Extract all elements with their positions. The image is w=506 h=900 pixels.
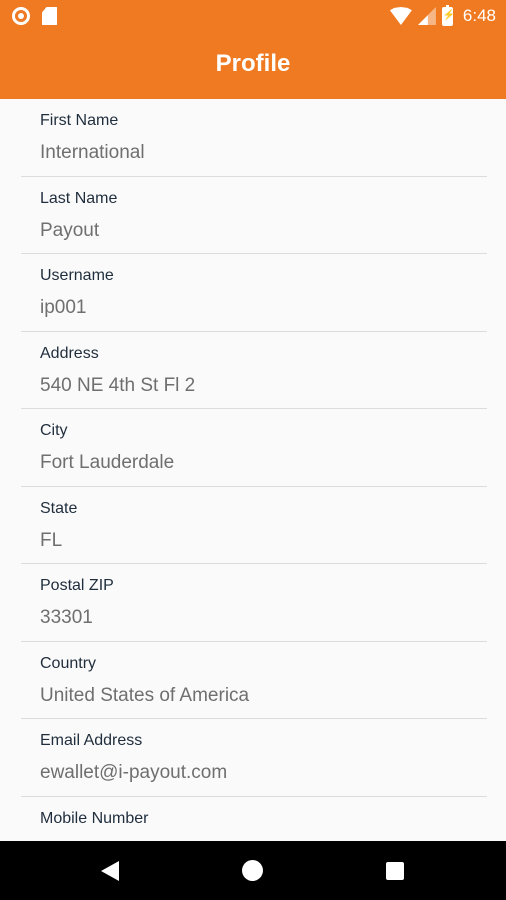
- wifi-icon: [389, 7, 412, 25]
- status-bar: 6:48: [0, 0, 506, 33]
- field-city[interactable]: City Fort Lauderdale: [21, 409, 487, 487]
- field-username[interactable]: Username ip001: [21, 254, 487, 332]
- field-mobile-number[interactable]: Mobile Number: [21, 797, 487, 842]
- app-header: 6:48 Profile: [0, 0, 506, 99]
- field-label: State: [40, 499, 78, 517]
- field-state[interactable]: State FL: [21, 487, 487, 564]
- field-value[interactable]: Payout: [40, 220, 99, 242]
- field-value[interactable]: Fort Lauderdale: [40, 452, 174, 474]
- field-last-name[interactable]: Last Name Payout: [21, 177, 487, 254]
- field-label: Email Address: [40, 732, 143, 749]
- notification-icon: [12, 7, 30, 25]
- field-value[interactable]: ip001: [40, 297, 87, 319]
- field-label: Username: [40, 267, 114, 284]
- recents-icon[interactable]: [386, 862, 404, 880]
- field-postal-zip[interactable]: Postal ZIP 33301: [21, 564, 487, 642]
- field-label: Mobile Number: [40, 809, 149, 827]
- battery-charging-icon: [441, 4, 455, 26]
- field-email-address[interactable]: Email Address ewallet@i-payout.com: [21, 719, 487, 797]
- field-label: Address: [40, 344, 99, 362]
- field-label: First Name: [40, 112, 119, 129]
- field-country[interactable]: Country United States of America: [21, 642, 487, 719]
- field-label: Country: [40, 654, 97, 672]
- sdcard-icon: [42, 7, 57, 25]
- screen: 6:48 Profile First Name International La…: [0, 0, 506, 900]
- field-value[interactable]: United States of America: [40, 685, 249, 707]
- signal-icon: [417, 7, 436, 25]
- field-value[interactable]: International: [40, 142, 145, 164]
- field-value[interactable]: 33301: [40, 607, 93, 629]
- home-icon[interactable]: [242, 860, 263, 881]
- field-label: Postal ZIP: [40, 577, 114, 594]
- field-value[interactable]: FL: [40, 530, 62, 552]
- navigation-bar: [0, 841, 506, 900]
- profile-list[interactable]: First Name International Last Name Payou…: [0, 99, 506, 841]
- status-time: 6:48: [462, 6, 496, 25]
- status-left: [12, 7, 57, 25]
- field-value[interactable]: ewallet@i-payout.com: [40, 762, 227, 784]
- back-icon[interactable]: [101, 861, 119, 881]
- field-value[interactable]: 540 NE 4th St Fl 2: [40, 375, 195, 397]
- field-first-name[interactable]: First Name International: [21, 99, 487, 177]
- status-right: 6:48: [389, 4, 496, 26]
- page-title: Profile: [215, 50, 291, 77]
- field-address[interactable]: Address 540 NE 4th St Fl 2: [21, 332, 487, 409]
- field-label: Last Name: [40, 189, 118, 207]
- field-label: City: [40, 422, 68, 439]
